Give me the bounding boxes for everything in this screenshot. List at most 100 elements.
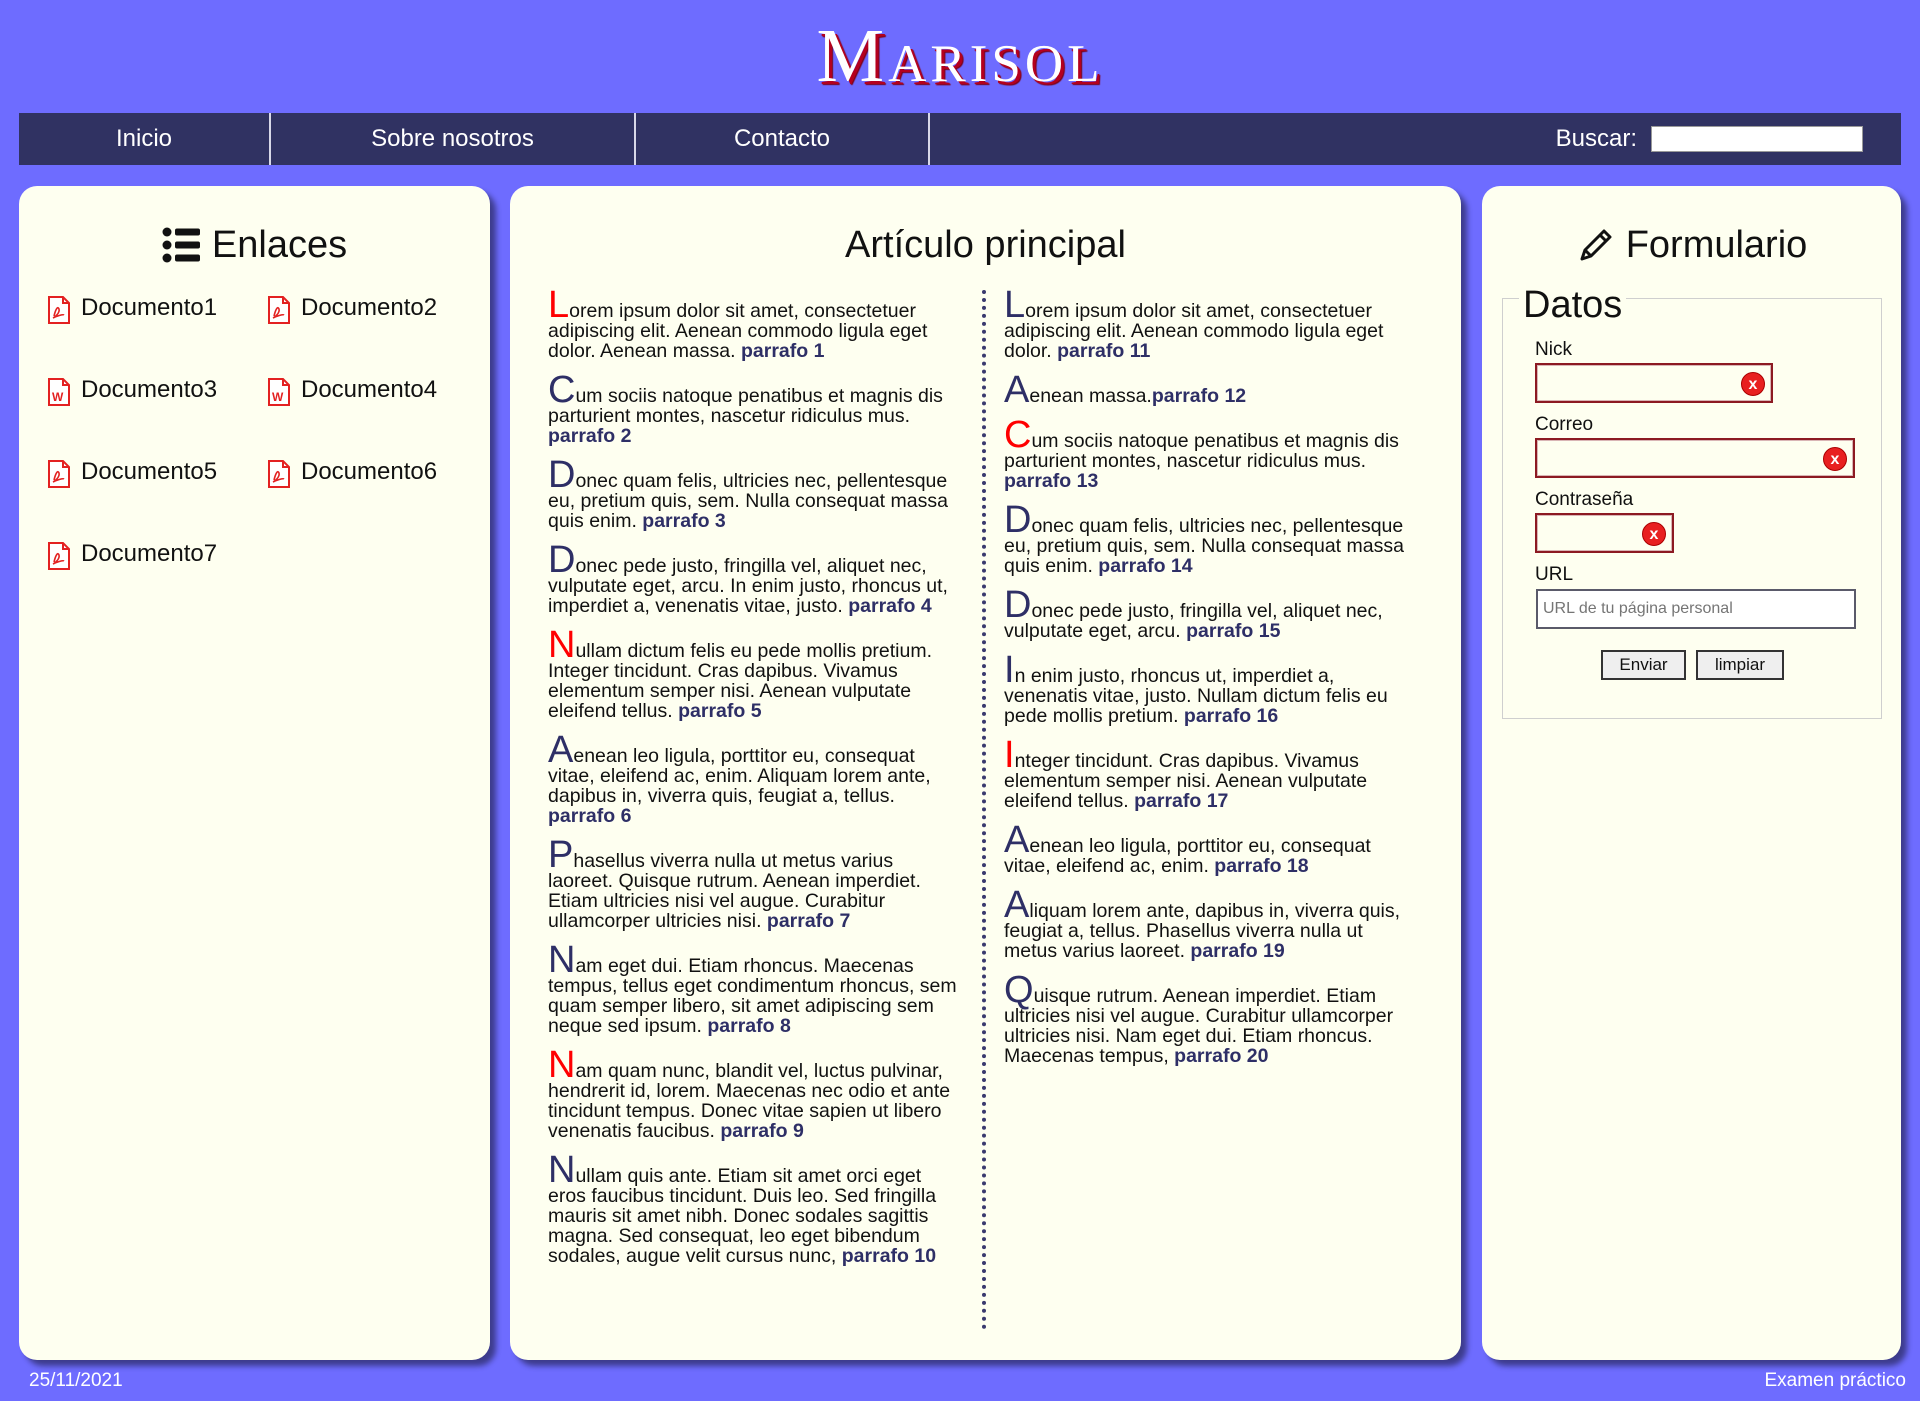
links-list: Documento1 Documento2 W Documento3 W Document… — [47, 294, 467, 622]
article-paragraph: Integer tincidunt. Cras dapibus. Vivamus… — [1004, 736, 1419, 812]
paragraph-ref: parrafo 8 — [707, 1015, 791, 1037]
article-column-left: Lorem ipsum dolor sit amet, consectetuer… — [548, 286, 963, 1280]
enviar-button[interactable]: Enviar — [1601, 650, 1686, 680]
pdf-icon — [267, 458, 301, 495]
pdf-icon — [267, 294, 301, 331]
drop-cap: A — [1004, 369, 1030, 411]
link-item[interactable]: W Documento3 — [47, 376, 267, 458]
article-paragraph: Donec pede justo, fringilla vel, aliquet… — [1004, 586, 1419, 642]
nav-item-sobre-nosotros[interactable]: Sobre nosotros — [271, 113, 636, 165]
link-label: Documento6 — [301, 458, 438, 485]
error-x-icon: x — [1642, 522, 1666, 546]
correo-field[interactable]: x — [1535, 438, 1855, 478]
paragraph-text: hasellus viverra nulla ut metus varius l… — [548, 850, 921, 932]
search-label: Buscar: — [1555, 125, 1637, 152]
article-panel: Artículo principal Lorem ipsum dolor sit… — [510, 186, 1461, 1360]
word-icon: W — [47, 376, 81, 413]
paragraph-ref: parrafo 13 — [1004, 470, 1099, 492]
form-heading: Formulario — [1482, 222, 1901, 268]
link-label: Documento5 — [81, 458, 218, 485]
error-x-icon: x — [1823, 447, 1847, 471]
url-input[interactable] — [1536, 589, 1856, 629]
article-paragraph: Donec quam felis, ultricies nec, pellent… — [548, 456, 963, 532]
column-divider — [982, 290, 986, 1330]
datos-fieldset: Datos Nick x Correo x Contraseña x URL E… — [1502, 285, 1882, 719]
article-paragraph: Cum sociis natoque penatibus et magnis d… — [548, 371, 963, 447]
paragraph-text: onec quam felis, ultricies nec, pellente… — [1004, 515, 1404, 577]
article-paragraph: Aenean leo ligula, porttitor eu, consequ… — [1004, 821, 1419, 877]
fieldset-legend: Datos — [1519, 285, 1627, 325]
link-item[interactable]: Documento5 — [47, 458, 267, 540]
form-title: Formulario — [1625, 223, 1808, 266]
article-paragraph: Donec quam felis, ultricies nec, pellent… — [1004, 501, 1419, 577]
link-item[interactable]: Documento7 — [47, 540, 267, 622]
nav-item-inicio[interactable]: Inicio — [19, 113, 271, 165]
article-paragraph: Aenean leo ligula, porttitor eu, consequ… — [548, 731, 963, 827]
paragraph-ref: parrafo 3 — [642, 510, 726, 532]
pdf-icon — [47, 294, 81, 331]
nav-item-contacto[interactable]: Contacto — [636, 113, 930, 165]
list-icon — [162, 227, 200, 263]
search-area: Buscar: — [1556, 113, 1901, 165]
svg-text:W: W — [52, 390, 64, 404]
paragraph-text: um sociis natoque penatibus et magnis di… — [548, 385, 943, 427]
article-paragraph: Lorem ipsum dolor sit amet, consectetuer… — [548, 286, 963, 362]
article-paragraph: Nam eget dui. Etiam rhoncus. Maecenas te… — [548, 941, 963, 1037]
pencil-icon — [1580, 229, 1612, 261]
paragraph-ref: parrafo 1 — [740, 340, 825, 362]
footer-note: Examen práctico — [1764, 1370, 1906, 1391]
nick-label: Nick — [1535, 339, 1572, 360]
paragraph-ref: parrafo 15 — [1186, 620, 1281, 642]
contrasena-field[interactable]: x — [1535, 513, 1674, 553]
paragraph-text: orem ipsum dolor sit amet, consectetuer … — [548, 300, 928, 362]
article-paragraph: Aliquam lorem ante, dapibus in, viverra … — [1004, 886, 1419, 961]
article-paragraph: Quisque rutrum. Aenean imperdiet. Etiam … — [1004, 971, 1419, 1067]
article-paragraph: Aenean massa.parrafo 12 — [1004, 371, 1419, 409]
paragraph-text: enean leo ligula, porttitor eu, consequa… — [1004, 835, 1371, 877]
paragraph-text: um sociis natoque penatibus et magnis di… — [1004, 430, 1399, 472]
article-paragraph: Nam quam nunc, blandit vel, luctus pulvi… — [548, 1046, 963, 1142]
link-item[interactable]: Documento1 — [47, 294, 267, 376]
pdf-icon — [47, 540, 81, 577]
link-item[interactable]: W Documento4 — [267, 376, 467, 458]
article-paragraph: Phasellus viverra nulla ut metus varius … — [548, 836, 963, 932]
article-paragraph: Lorem ipsum dolor sit amet, consectetuer… — [1004, 286, 1419, 362]
paragraph-ref: parrafo 2 — [548, 425, 632, 447]
article-column-right: Lorem ipsum dolor sit amet, consectetuer… — [1004, 286, 1419, 1080]
word-icon: W — [267, 376, 301, 413]
main-nav: Inicio Sobre nosotros Contacto Buscar: — [19, 113, 1901, 165]
paragraph-text: enean massa. — [1029, 385, 1152, 407]
links-panel: Enlaces Documento1 Documento2 W Documento3 W… — [19, 186, 490, 1360]
limpiar-button[interactable]: limpiar — [1696, 650, 1784, 680]
nick-field[interactable]: x — [1535, 363, 1773, 403]
search-input[interactable] — [1651, 126, 1863, 152]
paragraph-ref: parrafo 5 — [678, 700, 762, 722]
paragraph-ref: parrafo 17 — [1134, 790, 1229, 812]
link-item[interactable]: Documento2 — [267, 294, 467, 376]
svg-text:W: W — [272, 390, 284, 404]
article-body: Lorem ipsum dolor sit amet, consectetuer… — [548, 286, 1428, 1330]
paragraph-ref: parrafo 4 — [848, 595, 932, 617]
pdf-icon — [47, 458, 81, 495]
paragraph-ref: parrafo 10 — [841, 1245, 937, 1267]
links-heading: Enlaces — [19, 222, 490, 268]
link-label: Documento1 — [81, 294, 218, 321]
contrasena-label: Contraseña — [1535, 489, 1634, 510]
article-paragraph: Nullam quis ante. Etiam sit amet orci eg… — [548, 1151, 963, 1267]
paragraph-text: enean leo ligula, porttitor eu, consequa… — [548, 745, 931, 807]
form-panel: Formulario Datos Nick x Correo x Contras… — [1482, 186, 1901, 1360]
link-item[interactable]: Documento6 — [267, 458, 467, 540]
correo-label: Correo — [1535, 414, 1594, 435]
paragraph-ref: parrafo 9 — [720, 1120, 804, 1142]
paragraph-ref: parrafo 20 — [1174, 1045, 1269, 1067]
paragraph-ref: parrafo 11 — [1057, 340, 1151, 362]
link-label: Documento7 — [81, 540, 218, 567]
paragraph-ref: parrafo 12 — [1151, 385, 1247, 407]
error-x-icon: x — [1741, 372, 1765, 396]
paragraph-ref: parrafo 6 — [548, 805, 632, 827]
article-title: Artículo principal — [845, 224, 1126, 266]
site-title: Marisol — [816, 14, 1104, 98]
url-label: URL — [1535, 564, 1574, 585]
article-paragraph: Nullam dictum felis eu pede mollis preti… — [548, 626, 963, 722]
article-paragraph: Donec pede justo, fringilla vel, aliquet… — [548, 541, 963, 617]
